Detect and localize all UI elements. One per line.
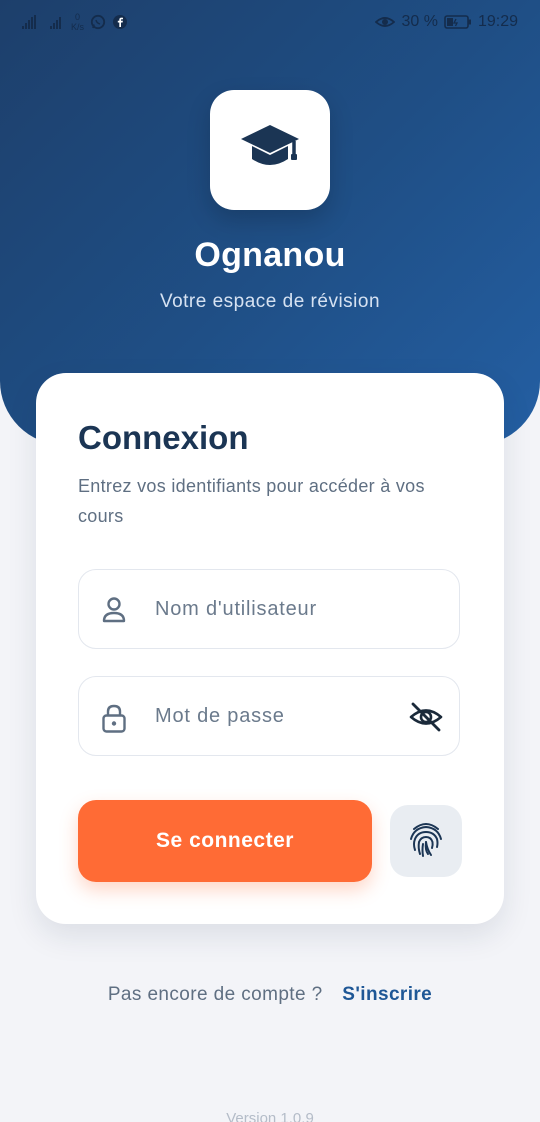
- user-icon: [101, 596, 127, 624]
- eye-comfort-icon: [375, 14, 396, 30]
- app-tagline: Votre espace de révision: [159, 291, 381, 312]
- signup-question: Pas encore de compte ?: [107, 984, 323, 1005]
- password-field[interactable]: [78, 676, 460, 756]
- lock-icon: [101, 703, 127, 733]
- login-button[interactable]: Se connecter: [78, 800, 372, 882]
- clock: 19:29: [477, 13, 518, 30]
- battery-icon: [444, 14, 472, 30]
- login-card: Connexion Entrez vos identifiants pour a…: [36, 373, 504, 924]
- app-version: Version 1.0.9: [226, 1110, 314, 1122]
- network-speed-value: 0: [75, 12, 81, 22]
- status-bar-right: 30 % 19:29: [375, 11, 518, 33]
- network-speed-unit: K/s: [71, 22, 85, 32]
- status-bar: 0 K/s 30 % 19:29: [0, 0, 540, 44]
- login-screen: 0 K/s 30 % 19:29 Ognanou Votre espace de…: [0, 0, 540, 1122]
- network-speed: 0 K/s: [71, 12, 84, 32]
- signup-prompt: Pas encore de compte ? S'inscrire: [0, 984, 540, 1006]
- login-subtitle: Entrez vos identifiants pour accéder à v…: [78, 476, 425, 526]
- signal-strength-icon-2: [50, 15, 61, 29]
- whatsapp-icon: [90, 14, 106, 30]
- biometric-login-button[interactable]: [390, 805, 462, 877]
- app-name: Ognanou: [194, 236, 346, 274]
- username-field[interactable]: [78, 569, 460, 649]
- app-logo: [210, 90, 330, 210]
- signal-strength-icon: [22, 15, 36, 29]
- battery-percent: 30 %: [401, 13, 438, 30]
- graduation-cap-icon: [239, 121, 301, 180]
- facebook-icon: [112, 14, 128, 30]
- fingerprint-icon: [408, 820, 444, 863]
- status-bar-left: 0 K/s: [22, 10, 128, 34]
- password-input[interactable]: [155, 695, 395, 737]
- login-title: Connexion: [78, 419, 249, 456]
- signup-link[interactable]: S'inscrire: [342, 984, 432, 1005]
- eye-off-icon[interactable]: [409, 701, 443, 733]
- username-input[interactable]: [155, 588, 395, 630]
